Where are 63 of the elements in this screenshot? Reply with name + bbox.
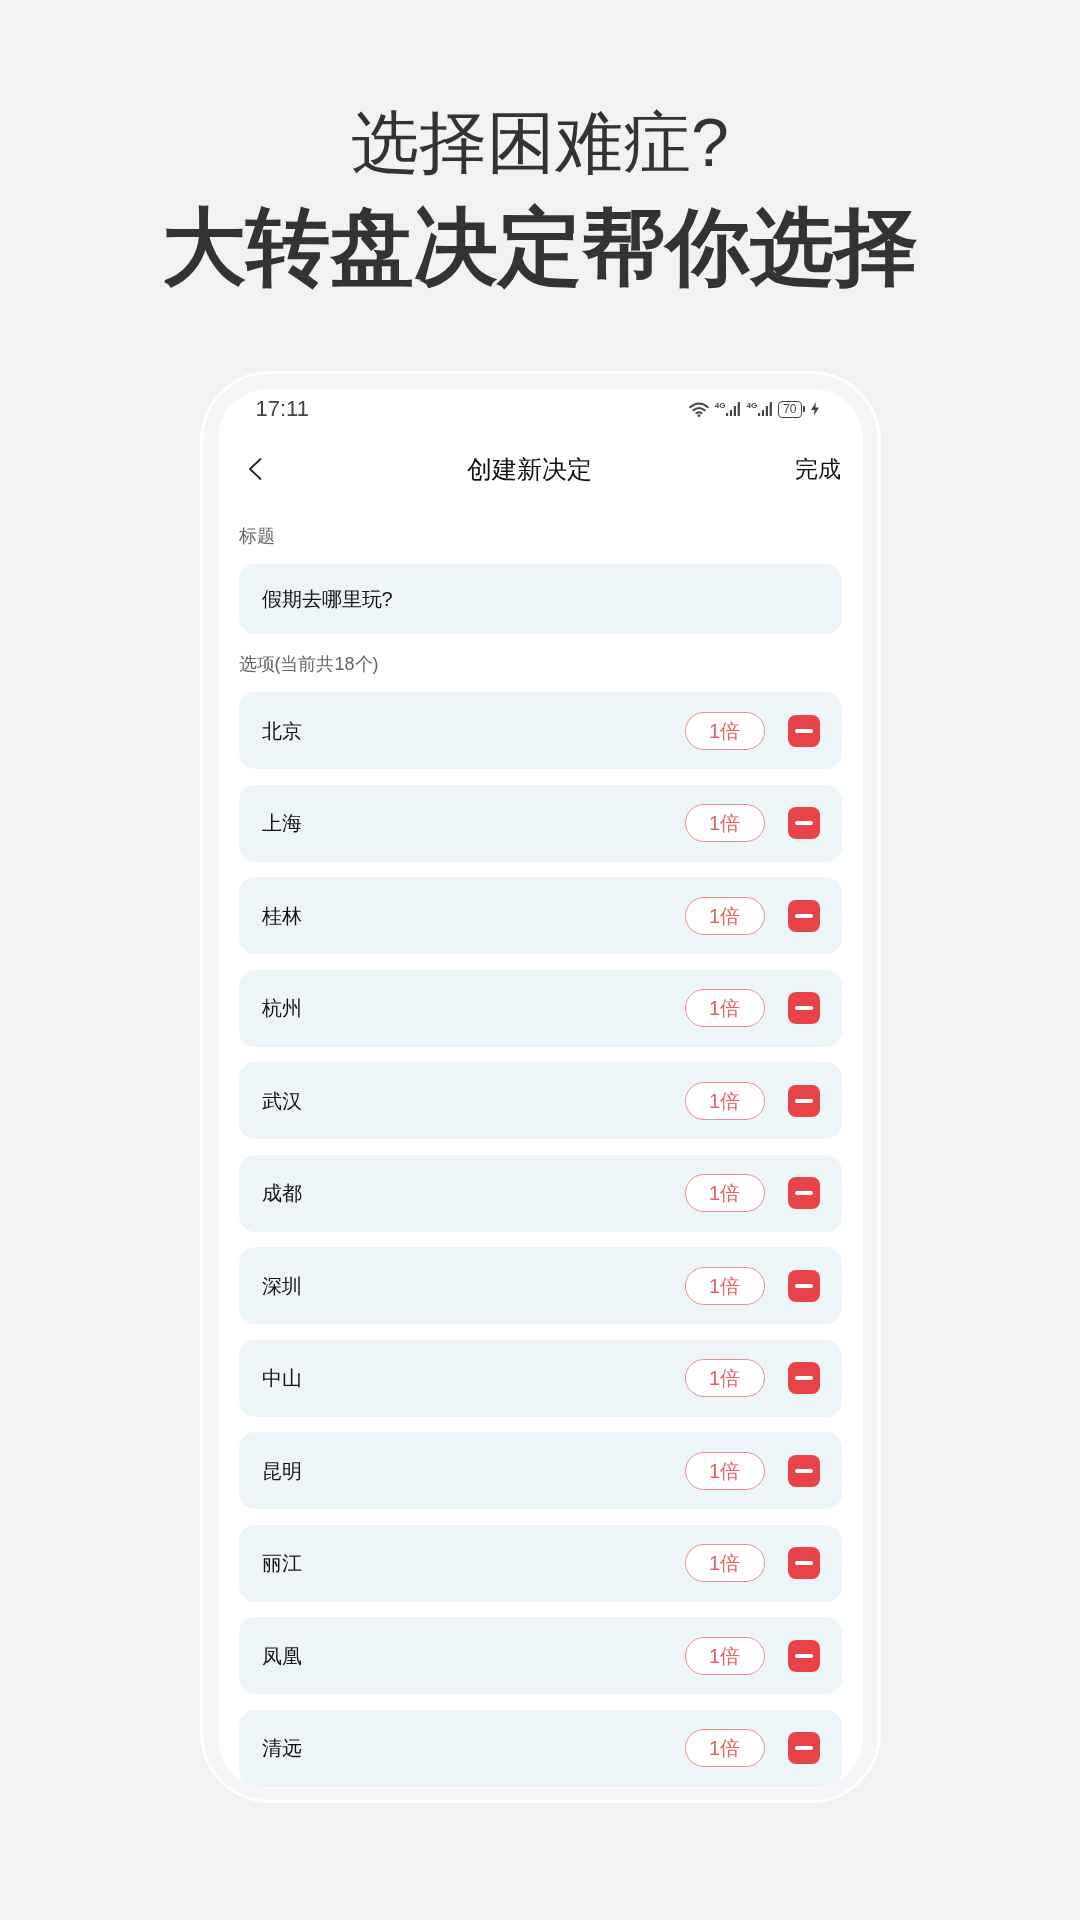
remove-button[interactable] [787,1084,820,1117]
weight-button[interactable]: 1倍 [684,1729,765,1767]
signal-bars-icon [726,402,741,416]
weight-button[interactable]: 1倍 [684,1266,765,1305]
chevron-left-icon [247,458,262,480]
wifi-icon [688,401,709,417]
remove-button[interactable] [787,899,820,932]
minus-icon [794,1098,813,1103]
option-name: 丽江 [261,1551,303,1575]
done-button[interactable]: 完成 [794,455,841,483]
battery-indicator: 70 [778,400,805,418]
weight-button[interactable]: 1倍 [684,1081,765,1120]
status-time: 17:11 [255,397,309,421]
option-name: 昆明 [261,1458,303,1483]
option-name: 杭州 [261,996,303,1020]
weight-button[interactable]: 1倍 [684,804,765,842]
remove-button[interactable] [787,1177,820,1209]
minus-icon [794,1376,813,1380]
minus-icon [794,1746,813,1750]
weight-button[interactable]: 1倍 [684,1359,765,1397]
option-name: 凤凰 [261,1643,303,1668]
minus-icon [794,1468,813,1473]
minus-icon [794,913,813,918]
weight-button[interactable]: 1倍 [684,989,765,1027]
option-name: 深圳 [261,1273,303,1298]
title-input[interactable]: 假期去哪里玩? [238,564,842,634]
remove-button[interactable] [787,992,820,1024]
remove-button[interactable] [787,1362,820,1394]
remove-button[interactable] [787,1269,820,1302]
option-name: 上海 [261,811,303,835]
weight-button[interactable]: 1倍 [684,1451,765,1490]
remove-button[interactable] [787,807,820,839]
option-name: 成都 [261,1181,303,1205]
minus-icon [794,1561,813,1565]
headline-question: 选择困难症? [351,108,729,176]
option-name: 中山 [261,1366,303,1390]
weight-button[interactable]: 1倍 [684,1174,765,1212]
remove-button[interactable] [787,1454,820,1487]
option-name: 桂林 [261,903,303,928]
weight-button[interactable]: 1倍 [684,1636,765,1675]
network-type-label: 4G [746,402,758,410]
remove-button[interactable] [787,1547,820,1579]
minus-icon [794,1006,813,1010]
weight-button[interactable]: 1倍 [684,1544,765,1582]
section-label: 标题 [238,525,276,547]
signal-bars-icon [758,402,773,416]
weight-button[interactable]: 1倍 [684,896,765,935]
headline-tagline: 大转盘决定帮你选择 [162,205,918,289]
minus-icon [794,1191,813,1195]
remove-button[interactable] [787,714,820,747]
option-name: 北京 [261,718,303,743]
weight-button[interactable]: 1倍 [684,711,765,750]
option-name: 清远 [261,1736,303,1760]
minus-icon [794,1283,813,1288]
minus-icon [794,728,813,733]
section-label: 选项(当前共18个) [238,653,380,675]
remove-button[interactable] [787,1732,820,1764]
remove-button[interactable] [787,1639,820,1672]
network-type-label: 4G [714,402,726,410]
page-title: 创建新决定 [466,454,592,484]
minus-icon [794,1653,813,1658]
option-name: 武汉 [261,1088,303,1113]
minus-icon [794,821,813,825]
